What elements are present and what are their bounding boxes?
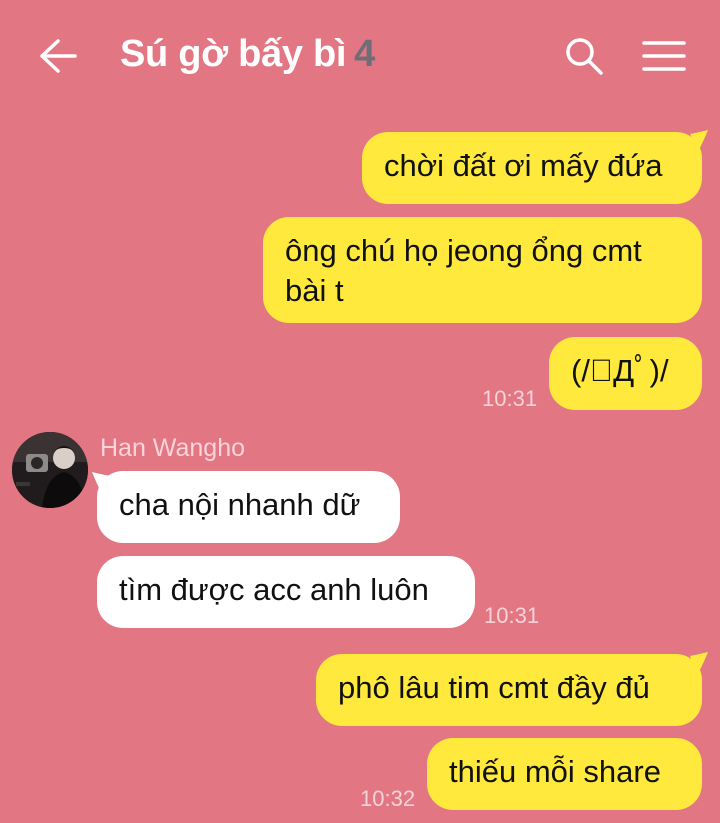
message-bubble-sent[interactable]: chời đất ơi mấy đứa [362,132,702,204]
message-text: tìm được acc anh luôn [119,572,429,607]
menu-icon [642,41,686,71]
search-icon [566,38,603,75]
message-text: thiếu mỗi share [449,754,661,789]
sender-name: Han Wangho [100,434,245,462]
message-text: cha nội nhanh dữ [119,487,361,522]
message-text: chời đất ơi mấy đứa [384,148,663,183]
message-timestamp: 10:31 [482,386,538,411]
menu-button[interactable] [642,40,686,72]
message-text: phô lâu tim cmt đầy đủ [338,670,650,705]
back-arrow-icon [40,39,77,73]
message-text: (/ﾟДﾟ)/ [571,353,669,388]
message-text: ông chú họ jeong ổng cmt bài t [285,233,642,308]
member-count: 4 [354,33,375,75]
message-timestamp: 10:32 [360,786,416,811]
chat-name: Sú gờ bấy bì [120,33,347,75]
profile-photo [12,432,88,508]
message-bubble-sent[interactable]: ông chú họ jeong ổng cmt bài t [263,217,702,323]
chat-header: Sú gờ bấy bì 4 [0,0,720,112]
message-bubble-received[interactable]: tìm được acc anh luôn [97,556,475,628]
message-bubble-received[interactable]: cha nội nhanh dữ [97,471,400,543]
message-bubble-sent[interactable]: (/ﾟДﾟ)/ [549,337,702,410]
message-timestamp: 10:31 [484,603,540,628]
search-button[interactable] [564,36,604,76]
back-button[interactable] [38,38,78,74]
message-bubble-sent[interactable]: phô lâu tim cmt đầy đủ [316,654,702,726]
chat-title: Sú gờ bấy bì 4 [120,33,375,76]
avatar[interactable] [12,432,88,508]
message-bubble-sent[interactable]: thiếu mỗi share [427,738,702,810]
